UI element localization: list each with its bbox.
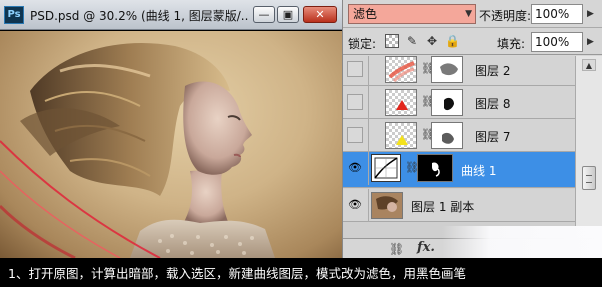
mask-shape-icon xyxy=(444,97,454,111)
layer-mask-thumbnail[interactable] xyxy=(417,154,453,182)
layer-mask-thumbnail[interactable] xyxy=(431,89,463,116)
opacity-label: 不透明度: xyxy=(479,9,532,23)
caption-text: 1、打开原图，计算出暗部，载入选区，新建曲线图层，模式改为滤色，用黑色画笔 xyxy=(8,266,466,281)
curves-adjustment-icon[interactable] xyxy=(371,154,401,182)
layer-name: 图层 2 xyxy=(475,64,511,78)
blend-mode-value: 滤色 xyxy=(353,7,378,21)
maximize-button[interactable]: ▣ xyxy=(277,6,299,23)
lock-position-icon[interactable]: ✥ xyxy=(425,34,439,48)
layers-scrollbar[interactable]: ▲ xyxy=(575,56,602,238)
minimize-button[interactable]: — xyxy=(253,6,275,23)
red-strokes-thumb-icon xyxy=(388,61,415,82)
fill-label: 填充: xyxy=(497,37,526,51)
chevron-down-icon: ▼ xyxy=(465,9,472,19)
lock-row: 锁定: ✎ ✥ 🔒 填充: 100% ▶ xyxy=(343,29,602,55)
layer-thumbnail[interactable] xyxy=(385,122,417,149)
layer-name: 图层 1 副本 xyxy=(411,200,475,214)
opacity-slider-arrow-icon[interactable]: ▶ xyxy=(587,9,594,19)
divider xyxy=(368,86,369,119)
blend-mode-row: 滤色 ▼ 不透明度: 100% ▶ xyxy=(343,0,602,28)
mask-shape-icon xyxy=(440,63,458,76)
layer-name: 曲线 1 xyxy=(461,164,497,178)
portrait-thumb-icon xyxy=(372,193,402,218)
layer-list: ⛓ 图层 2 ⛓ 图层 8 ⛓ 图层 7 👁 ⛓ 曲线 1 👁 图层 1 副本 xyxy=(343,56,575,238)
curves-graph-icon xyxy=(374,157,398,179)
layer-mask-thumbnail[interactable] xyxy=(431,56,463,83)
divider xyxy=(368,152,369,185)
layer-row-layer-1-copy[interactable]: 👁 图层 1 副本 xyxy=(343,189,575,222)
lock-all-icon[interactable]: 🔒 xyxy=(445,34,460,48)
layer-row-layer-7[interactable]: ⛓ 图层 7 xyxy=(343,119,575,152)
document-title-bar[interactable]: Ps PSD.psd @ 30.2% (曲线 1, 图层蒙版/... — ▣ ✕ xyxy=(0,0,342,30)
link-icon[interactable]: ⛓ xyxy=(389,242,404,256)
visibility-toggle[interactable] xyxy=(347,61,363,77)
fx-icon[interactable]: fx. xyxy=(417,240,435,255)
layer-thumbnail[interactable] xyxy=(371,192,403,219)
layer-thumbnail[interactable] xyxy=(385,89,417,116)
fill-input[interactable]: 100% xyxy=(531,32,583,52)
caption-bar: 1、打开原图，计算出暗部，载入选区，新建曲线图层，模式改为滤色，用黑色画笔 xyxy=(0,258,602,287)
visibility-toggle[interactable] xyxy=(347,94,363,110)
layer-row-layer-8[interactable]: ⛓ 图层 8 xyxy=(343,86,575,119)
portrait-photo xyxy=(0,43,275,258)
scrollbar-thumb[interactable] xyxy=(582,166,596,190)
red-shape-thumb-icon xyxy=(396,100,408,110)
layer-mask-thumbnail[interactable] xyxy=(431,122,463,149)
mask-shape-icon xyxy=(442,132,454,144)
photoshop-app-icon: Ps xyxy=(4,6,24,24)
scroll-up-arrow-icon[interactable]: ▲ xyxy=(582,59,596,71)
layer-row-layer-2[interactable]: ⛓ 图层 2 xyxy=(343,56,575,86)
layer-thumbnail[interactable] xyxy=(385,56,417,83)
yellow-shape-thumb-icon xyxy=(396,135,408,145)
document-title: PSD.psd @ 30.2% (曲线 1, 图层蒙版/... xyxy=(30,9,248,23)
eye-icon[interactable]: 👁 xyxy=(347,160,363,176)
close-button[interactable]: ✕ xyxy=(303,6,337,23)
visibility-toggle[interactable] xyxy=(347,127,363,143)
layers-panel: 滤色 ▼ 不透明度: 100% ▶ 锁定: ✎ ✥ 🔒 填充: 100% ▶ ⛓ xyxy=(342,0,602,258)
blend-mode-dropdown[interactable]: 滤色 ▼ xyxy=(348,4,476,24)
mask-shape-icon xyxy=(432,162,440,177)
divider xyxy=(368,56,369,86)
opacity-input[interactable]: 100% xyxy=(531,4,583,24)
layer-row-curves-1[interactable]: 👁 ⛓ 曲线 1 xyxy=(343,152,575,188)
lock-transparent-pixels-icon[interactable] xyxy=(385,34,399,48)
eye-icon[interactable]: 👁 xyxy=(347,197,363,213)
document-window: Ps PSD.psd @ 30.2% (曲线 1, 图层蒙版/... — ▣ ✕ xyxy=(0,0,342,258)
divider xyxy=(368,119,369,152)
image-canvas[interactable] xyxy=(0,31,342,258)
layer-name: 图层 7 xyxy=(475,130,511,144)
lock-label: 锁定: xyxy=(348,37,377,51)
divider xyxy=(368,189,369,222)
fill-slider-arrow-icon[interactable]: ▶ xyxy=(587,37,594,47)
lock-image-pixels-icon[interactable]: ✎ xyxy=(405,34,419,48)
layer-name: 图层 8 xyxy=(475,97,511,111)
